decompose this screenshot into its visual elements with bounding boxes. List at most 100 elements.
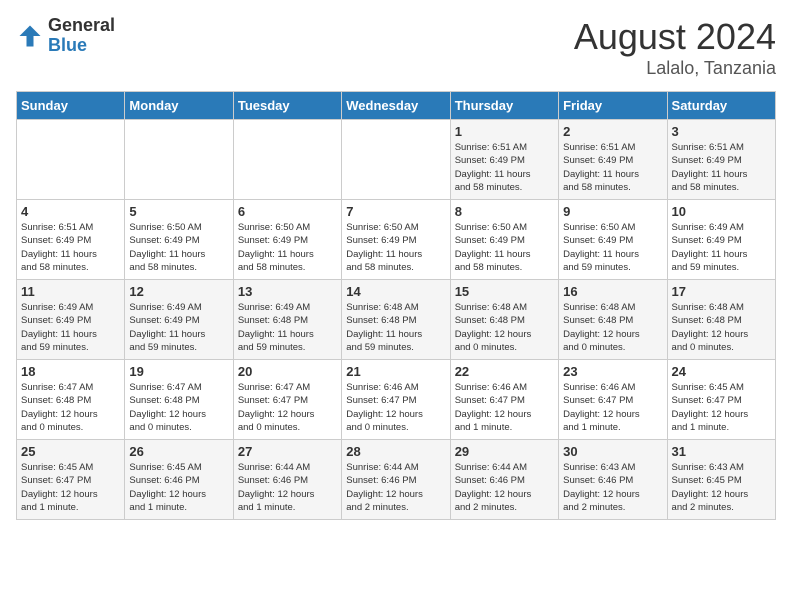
calendar-day-cell: 17 Sunrise: 6:48 AM Sunset: 6:48 PM Dayli…: [667, 280, 775, 360]
day-info: Sunrise: 6:49 AM Sunset: 6:49 PM Dayligh…: [21, 301, 120, 354]
calendar-day-cell: 29 Sunrise: 6:44 AM Sunset: 6:46 PM Dayli…: [450, 440, 558, 520]
page-header: General Blue August 2024 Lalalo, Tanzani…: [16, 16, 776, 79]
day-number: 14: [346, 284, 445, 299]
day-number: 24: [672, 364, 771, 379]
calendar-week-row: 18Sunrise: 6:47 AM Sunset: 6:48 PM Dayli…: [17, 360, 776, 440]
calendar-day-cell: 5 Sunrise: 6:50 AM Sunset: 6:49 PM Daylig…: [125, 200, 233, 280]
day-info: Sunrise: 6:51 AM Sunset: 6:49 PM Dayligh…: [672, 141, 771, 194]
calendar-day-cell: 26 Sunrise: 6:45 AM Sunset: 6:46 PM Dayli…: [125, 440, 233, 520]
day-number: 25: [21, 444, 120, 459]
day-info: Sunrise: 6:48 AM Sunset: 6:48 PM Dayligh…: [346, 301, 445, 354]
day-info: Sunrise: 6:50 AM Sunset: 6:49 PM Dayligh…: [563, 221, 662, 274]
day-number: 5: [129, 204, 228, 219]
day-info: Sunrise: 6:49 AM Sunset: 6:48 PM Dayligh…: [238, 301, 337, 354]
day-number: 3: [672, 124, 771, 139]
calendar-day-cell: 25Sunrise: 6:45 AM Sunset: 6:47 PM Dayli…: [17, 440, 125, 520]
calendar-day-cell: 7Sunrise: 6:50 AM Sunset: 6:49 PM Daylig…: [342, 200, 450, 280]
day-info: Sunrise: 6:50 AM Sunset: 6:49 PM Dayligh…: [129, 221, 228, 274]
day-info: Sunrise: 6:44 AM Sunset: 6:46 PM Dayligh…: [346, 461, 445, 514]
calendar-day-cell: 9Sunrise: 6:50 AM Sunset: 6:49 PM Daylig…: [559, 200, 667, 280]
day-info: Sunrise: 6:48 AM Sunset: 6:48 PM Dayligh…: [672, 301, 771, 354]
logo-icon: [16, 22, 44, 50]
calendar-day-cell: [342, 120, 450, 200]
logo-text: General Blue: [48, 16, 115, 56]
calendar-day-cell: 12Sunrise: 6:49 AM Sunset: 6:49 PM Dayli…: [125, 280, 233, 360]
day-info: Sunrise: 6:48 AM Sunset: 6:48 PM Dayligh…: [563, 301, 662, 354]
day-info: Sunrise: 6:46 AM Sunset: 6:47 PM Dayligh…: [455, 381, 554, 434]
day-number: 17: [672, 284, 771, 299]
day-number: 22: [455, 364, 554, 379]
day-info: Sunrise: 6:50 AM Sunset: 6:49 PM Dayligh…: [455, 221, 554, 274]
day-info: Sunrise: 6:44 AM Sunset: 6:46 PM Dayligh…: [455, 461, 554, 514]
calendar-day-cell: 8 Sunrise: 6:50 AM Sunset: 6:49 PM Daylig…: [450, 200, 558, 280]
day-info: Sunrise: 6:46 AM Sunset: 6:47 PM Dayligh…: [563, 381, 662, 434]
calendar-day-cell: 20 Sunrise: 6:47 AM Sunset: 6:47 PM Dayli…: [233, 360, 341, 440]
day-info: Sunrise: 6:43 AM Sunset: 6:46 PM Dayligh…: [563, 461, 662, 514]
weekday-header-row: SundayMondayTuesdayWednesdayThursdayFrid…: [17, 92, 776, 120]
day-number: 11: [21, 284, 120, 299]
calendar-day-cell: 21 Sunrise: 6:46 AM Sunset: 6:47 PM Dayli…: [342, 360, 450, 440]
day-number: 20: [238, 364, 337, 379]
calendar-day-cell: 23 Sunrise: 6:46 AM Sunset: 6:47 PM Dayli…: [559, 360, 667, 440]
calendar-week-row: 1 Sunrise: 6:51 AM Sunset: 6:49 PM Daylig…: [17, 120, 776, 200]
day-number: 1: [455, 124, 554, 139]
day-info: Sunrise: 6:47 AM Sunset: 6:48 PM Dayligh…: [21, 381, 120, 434]
weekday-header-cell: Monday: [125, 92, 233, 120]
calendar-day-cell: 15 Sunrise: 6:48 AM Sunset: 6:48 PM Dayli…: [450, 280, 558, 360]
day-number: 8: [455, 204, 554, 219]
day-number: 21: [346, 364, 445, 379]
day-info: Sunrise: 6:47 AM Sunset: 6:47 PM Dayligh…: [238, 381, 337, 434]
day-number: 6: [238, 204, 337, 219]
calendar-day-cell: 31Sunrise: 6:43 AM Sunset: 6:45 PM Dayli…: [667, 440, 775, 520]
logo-blue-text: Blue: [48, 36, 115, 56]
day-number: 4: [21, 204, 120, 219]
day-info: Sunrise: 6:45 AM Sunset: 6:47 PM Dayligh…: [672, 381, 771, 434]
day-info: Sunrise: 6:51 AM Sunset: 6:49 PM Dayligh…: [563, 141, 662, 194]
calendar-table: SundayMondayTuesdayWednesdayThursdayFrid…: [16, 91, 776, 520]
calendar-week-row: 4Sunrise: 6:51 AM Sunset: 6:49 PM Daylig…: [17, 200, 776, 280]
day-info: Sunrise: 6:44 AM Sunset: 6:46 PM Dayligh…: [238, 461, 337, 514]
day-number: 7: [346, 204, 445, 219]
calendar-day-cell: 30 Sunrise: 6:43 AM Sunset: 6:46 PM Dayli…: [559, 440, 667, 520]
calendar-day-cell: 6Sunrise: 6:50 AM Sunset: 6:49 PM Daylig…: [233, 200, 341, 280]
calendar-day-cell: 18Sunrise: 6:47 AM Sunset: 6:48 PM Dayli…: [17, 360, 125, 440]
logo: General Blue: [16, 16, 115, 56]
calendar-day-cell: 22 Sunrise: 6:46 AM Sunset: 6:47 PM Dayli…: [450, 360, 558, 440]
day-info: Sunrise: 6:48 AM Sunset: 6:48 PM Dayligh…: [455, 301, 554, 354]
day-number: 19: [129, 364, 228, 379]
day-number: 13: [238, 284, 337, 299]
day-info: Sunrise: 6:46 AM Sunset: 6:47 PM Dayligh…: [346, 381, 445, 434]
calendar-day-cell: 2Sunrise: 6:51 AM Sunset: 6:49 PM Daylig…: [559, 120, 667, 200]
calendar-day-cell: [233, 120, 341, 200]
calendar-day-cell: 16 Sunrise: 6:48 AM Sunset: 6:48 PM Dayli…: [559, 280, 667, 360]
weekday-header-cell: Wednesday: [342, 92, 450, 120]
day-number: 26: [129, 444, 228, 459]
logo-general-text: General: [48, 16, 115, 36]
location-title: Lalalo, Tanzania: [574, 58, 776, 79]
day-number: 29: [455, 444, 554, 459]
weekday-header-cell: Friday: [559, 92, 667, 120]
weekday-header-cell: Tuesday: [233, 92, 341, 120]
weekday-header-cell: Thursday: [450, 92, 558, 120]
day-number: 27: [238, 444, 337, 459]
day-number: 23: [563, 364, 662, 379]
calendar-day-cell: [125, 120, 233, 200]
calendar-day-cell: 14 Sunrise: 6:48 AM Sunset: 6:48 PM Dayli…: [342, 280, 450, 360]
calendar-body: 1 Sunrise: 6:51 AM Sunset: 6:49 PM Daylig…: [17, 120, 776, 520]
title-block: August 2024 Lalalo, Tanzania: [574, 16, 776, 79]
calendar-day-cell: 28 Sunrise: 6:44 AM Sunset: 6:46 PM Dayli…: [342, 440, 450, 520]
day-number: 15: [455, 284, 554, 299]
calendar-day-cell: 10Sunrise: 6:49 AM Sunset: 6:49 PM Dayli…: [667, 200, 775, 280]
day-number: 16: [563, 284, 662, 299]
day-info: Sunrise: 6:43 AM Sunset: 6:45 PM Dayligh…: [672, 461, 771, 514]
day-number: 30: [563, 444, 662, 459]
day-info: Sunrise: 6:51 AM Sunset: 6:49 PM Dayligh…: [455, 141, 554, 194]
calendar-day-cell: [17, 120, 125, 200]
month-title: August 2024: [574, 16, 776, 58]
calendar-week-row: 11 Sunrise: 6:49 AM Sunset: 6:49 PM Dayli…: [17, 280, 776, 360]
day-info: Sunrise: 6:45 AM Sunset: 6:46 PM Dayligh…: [129, 461, 228, 514]
day-number: 28: [346, 444, 445, 459]
weekday-header-cell: Saturday: [667, 92, 775, 120]
day-info: Sunrise: 6:47 AM Sunset: 6:48 PM Dayligh…: [129, 381, 228, 434]
calendar-day-cell: 3 Sunrise: 6:51 AM Sunset: 6:49 PM Daylig…: [667, 120, 775, 200]
